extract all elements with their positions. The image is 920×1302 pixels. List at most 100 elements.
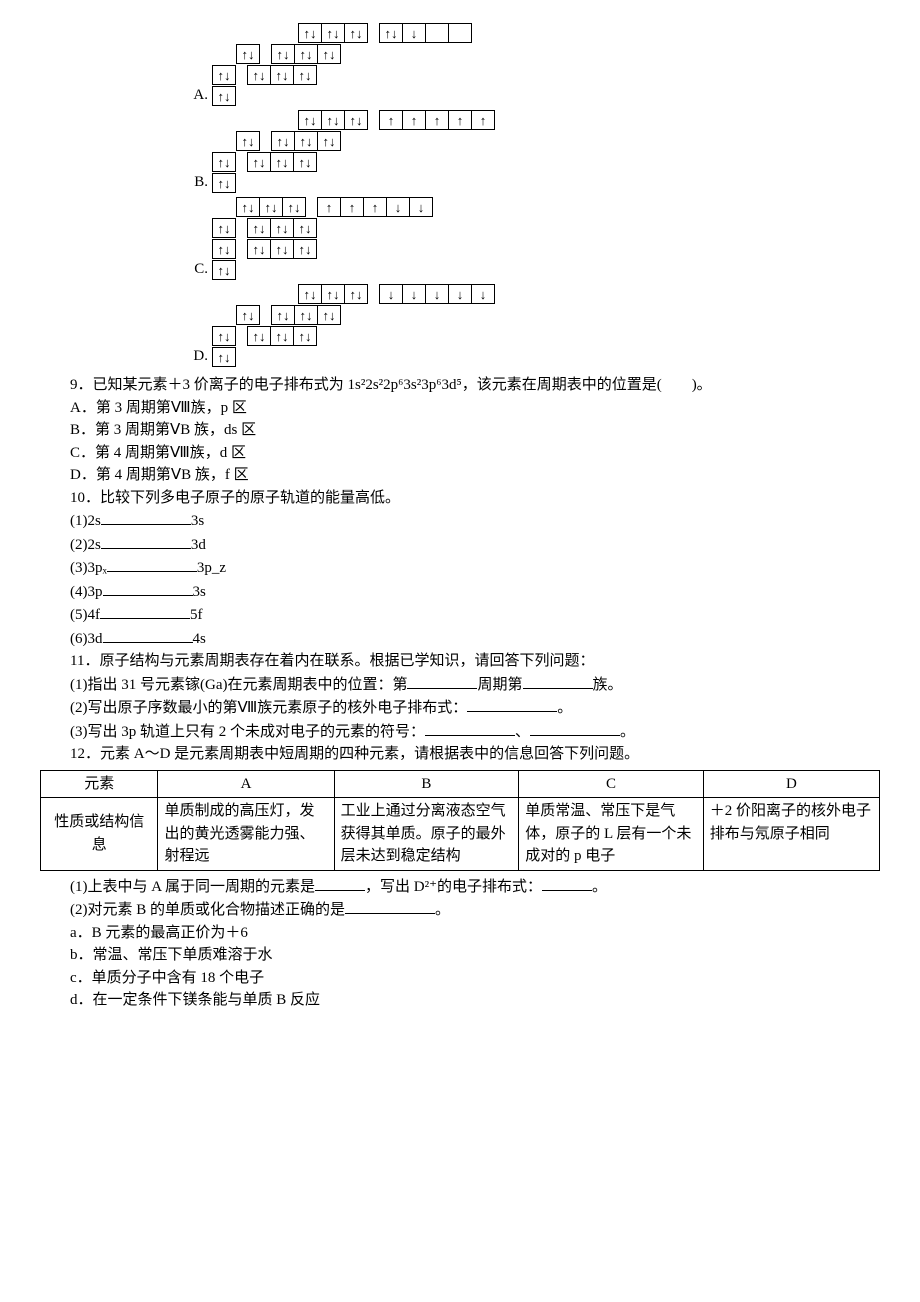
orbital-row: ↑↓↑↓↑↓↑↓ bbox=[212, 326, 495, 346]
text: (2)写出原子序数最小的第Ⅷ族元素原子的核外电子排布式： bbox=[70, 700, 467, 716]
orbital-box: ↑ bbox=[425, 110, 449, 130]
orbital-box: ↓ bbox=[402, 23, 426, 43]
orbital-box: ↑↓ bbox=[247, 326, 271, 346]
table-cell: 单质常温、常压下是气体，原子的 L 层有一个未成对的 p 电子 bbox=[519, 798, 704, 871]
table-cell: 工业上通过分离液态空气获得其单质。原子的最外层未达到稳定结构 bbox=[334, 798, 519, 871]
text: 、 bbox=[515, 724, 530, 740]
orbital-box: ↑↓ bbox=[379, 23, 403, 43]
blank[interactable] bbox=[315, 875, 365, 891]
orbital-box: ↑↓ bbox=[212, 347, 236, 367]
orbital-row: ↑↓ bbox=[212, 260, 433, 280]
orbital-box: ↑↓ bbox=[282, 197, 306, 217]
text: (2)对元素 B 的单质或化合物描述正确的是 bbox=[70, 902, 345, 918]
q8-option-c: C. ↑↓↑↓↑↓↑↑↑↓↓↑↓↑↓↑↓↑↓↑↓↑↓↑↓↑↓↑↓ bbox=[180, 196, 880, 281]
orbital-box: ↑↓ bbox=[294, 131, 318, 151]
orbital-box: ↑↓ bbox=[298, 284, 322, 304]
orbital-box: ↑↓ bbox=[270, 218, 294, 238]
orbital-box: ↑↓ bbox=[293, 152, 317, 172]
text: 。 bbox=[557, 700, 572, 716]
q8-option-d: D. ↑↓↑↓↑↓↓↓↓↓↓↑↓↑↓↑↓↑↓↑↓↑↓↑↓↑↓↑↓ bbox=[180, 283, 880, 368]
label: (4)3p bbox=[70, 584, 103, 600]
q11-part-2: (2)写出原子序数最小的第Ⅷ族元素原子的核外电子排布式： 。 bbox=[40, 696, 880, 720]
orbital-box: ↑↓ bbox=[321, 23, 345, 43]
q10-stem: 10．比较下列多电子原子的原子轨道的能量高低。 bbox=[40, 487, 880, 510]
orbital-row: ↑↓↑↓↑↓↑↓ bbox=[212, 218, 433, 238]
label: (3)3pₓ bbox=[70, 560, 107, 576]
text: (3)写出 3p 轨道上只有 2 个未成对电子的元素的符号： bbox=[70, 724, 425, 740]
orbital-box: ↑↓ bbox=[236, 131, 260, 151]
text: ，写出 D²⁺的电子排布式： bbox=[365, 879, 542, 895]
blank[interactable] bbox=[425, 720, 515, 736]
orbital-box: ↑ bbox=[317, 197, 341, 217]
orbital-box: ↑↓ bbox=[212, 260, 236, 280]
blank[interactable] bbox=[103, 580, 193, 596]
orbital-stack: ↑↓↑↓↑↓↑↑↑↑↑↑↓↑↓↑↓↑↓↑↓↑↓↑↓↑↓↑↓ bbox=[212, 109, 495, 194]
q12-stem: 12．元素 A～D 是元素周期表中短周期的四种元素，请根据表中的信息回答下列问题… bbox=[40, 743, 880, 766]
blank[interactable] bbox=[107, 556, 197, 572]
orbital-box: ↑↓ bbox=[212, 239, 236, 259]
orbital-box: ↑↓ bbox=[259, 197, 283, 217]
label: 4s bbox=[193, 631, 206, 647]
text: 周期第 bbox=[477, 677, 522, 693]
orbital-row: ↑↓ bbox=[212, 347, 495, 367]
orbital-box: ↑↓ bbox=[321, 110, 345, 130]
option-label: A. bbox=[180, 22, 212, 107]
q12-option-a: a．B 元素的最高正价为＋6 bbox=[40, 922, 880, 945]
blank[interactable] bbox=[467, 696, 557, 712]
label: 3p_z bbox=[197, 560, 226, 576]
q11-part-3: (3)写出 3p 轨道上只有 2 个未成对电子的元素的符号： 、 。 bbox=[40, 720, 880, 744]
orbital-box: ↑↓ bbox=[212, 173, 236, 193]
orbital-box: ↓ bbox=[471, 284, 495, 304]
orbital-box: ↑ bbox=[379, 110, 403, 130]
table-row: 性质或结构信息 单质制成的高压灯，发出的黄光透雾能力强、射程远 工业上通过分离液… bbox=[41, 798, 880, 871]
orbital-box: ↑↓ bbox=[236, 197, 260, 217]
q10-item-6: (6)3d4s bbox=[40, 627, 880, 651]
orbital-box: ↑↓ bbox=[293, 239, 317, 259]
text: (1)上表中与 A 属于同一周期的元素是 bbox=[70, 879, 315, 895]
text: 。 bbox=[592, 879, 607, 895]
orbital-box: ↑↓ bbox=[298, 110, 322, 130]
orbital-box: ↑↓ bbox=[212, 326, 236, 346]
orbital-box: ↑↓ bbox=[271, 305, 295, 325]
orbital-row: ↑↓↑↓↑↓↑↓ bbox=[236, 305, 495, 325]
q8-option-b: B. ↑↓↑↓↑↓↑↑↑↑↑↑↓↑↓↑↓↑↓↑↓↑↓↑↓↑↓↑↓ bbox=[180, 109, 880, 194]
option-label: C. bbox=[180, 196, 212, 281]
orbital-box: ↑ bbox=[340, 197, 364, 217]
blank[interactable] bbox=[101, 509, 191, 525]
blank[interactable] bbox=[407, 673, 477, 689]
text: 。 bbox=[620, 724, 635, 740]
q10-item-4: (4)3p3s bbox=[40, 580, 880, 604]
orbital-row: ↑↓↑↓↑↓↑↓↓ bbox=[298, 23, 472, 43]
orbital-box: ↑↓ bbox=[270, 239, 294, 259]
label: 3d bbox=[191, 537, 206, 553]
blank[interactable] bbox=[530, 720, 620, 736]
orbital-box bbox=[448, 23, 472, 43]
table-header: B bbox=[334, 770, 519, 798]
orbital-box: ↑↓ bbox=[270, 152, 294, 172]
orbital-box: ↑↓ bbox=[212, 218, 236, 238]
orbital-box: ↑↓ bbox=[247, 152, 271, 172]
blank[interactable] bbox=[101, 533, 191, 549]
blank[interactable] bbox=[103, 627, 193, 643]
orbital-box: ↑↓ bbox=[270, 65, 294, 85]
q8-orbital-options: A. ↑↓↑↓↑↓↑↓↓↑↓↑↓↑↓↑↓↑↓↑↓↑↓↑↓↑↓ B. ↑↓↑↓↑↓… bbox=[180, 22, 880, 368]
orbital-row: ↑↓↑↓↑↓↑↓ bbox=[236, 44, 472, 64]
orbital-box: ↑ bbox=[471, 110, 495, 130]
table-row: 元素 A B C D bbox=[41, 770, 880, 798]
q12-option-b: b．常温、常压下单质难溶于水 bbox=[40, 944, 880, 967]
orbital-box: ↓ bbox=[409, 197, 433, 217]
blank[interactable] bbox=[100, 603, 190, 619]
orbital-box: ↑↓ bbox=[212, 86, 236, 106]
blank[interactable] bbox=[523, 673, 593, 689]
option-label: D. bbox=[180, 283, 212, 368]
orbital-row: ↑↓↑↓↑↓↑↓ bbox=[212, 65, 472, 85]
blank[interactable] bbox=[345, 898, 435, 914]
text: 。 bbox=[435, 902, 450, 918]
orbital-box: ↑↓ bbox=[247, 239, 271, 259]
table-header: 元素 bbox=[41, 770, 158, 798]
option-label: B. bbox=[180, 109, 212, 194]
q9-stem: 9．已知某元素＋3 价离子的电子排布式为 1s²2s²2p⁶3s²3p⁶3d⁵，… bbox=[40, 374, 880, 397]
orbital-box: ↑ bbox=[402, 110, 426, 130]
blank[interactable] bbox=[542, 875, 592, 891]
text: (1)指出 31 号元素镓(Ga)在元素周期表中的位置：第 bbox=[70, 677, 407, 693]
